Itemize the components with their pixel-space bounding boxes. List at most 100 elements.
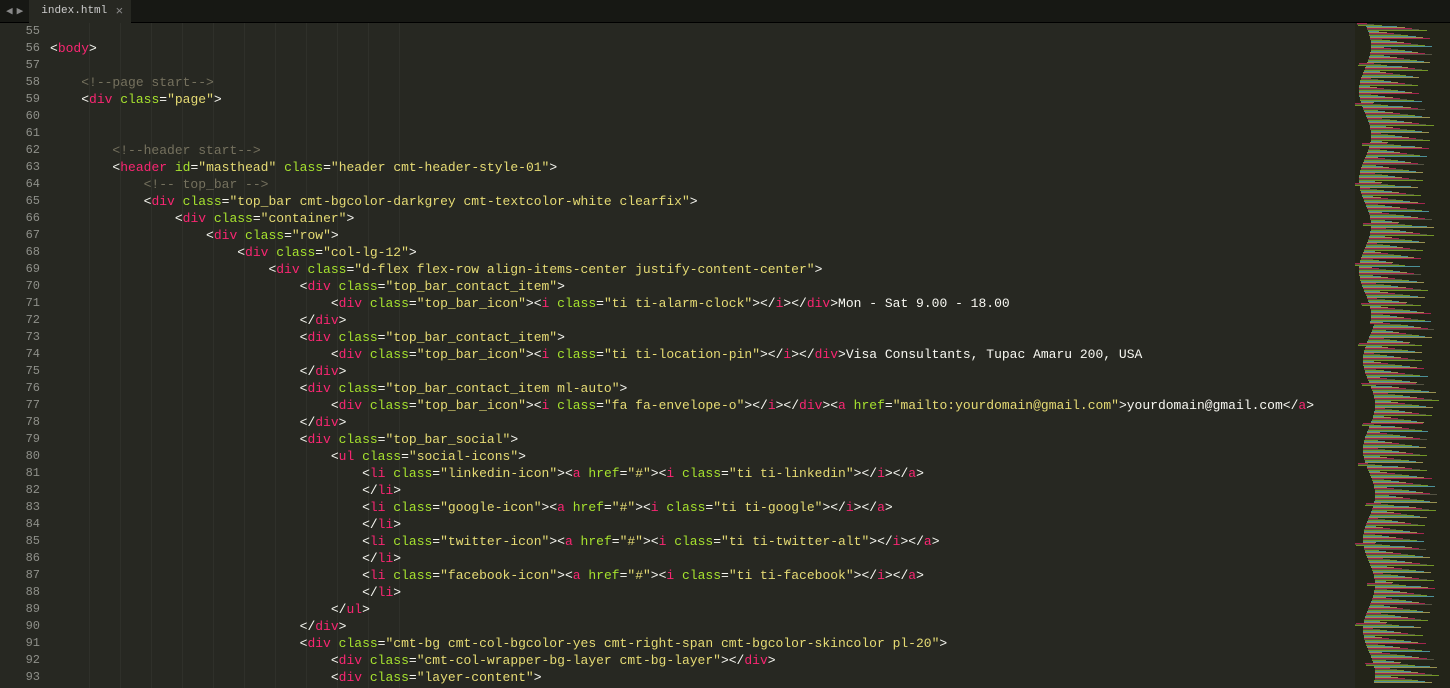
code-token: ></	[900, 534, 923, 549]
code-line: <div class="top_bar_icon"><i class="ti t…	[50, 346, 1355, 363]
code-token: div	[89, 92, 112, 107]
code-line: <div class="page">	[50, 91, 1355, 108]
code-token: div	[307, 330, 330, 345]
code-token: header	[120, 160, 167, 175]
code-token: "top_bar cmt-bgcolor-darkgrey cmt-textco…	[229, 194, 689, 209]
code-token: div	[307, 432, 330, 447]
code-line: <div class="row">	[50, 227, 1355, 244]
code-token: >	[916, 466, 924, 481]
code-token: >	[620, 381, 628, 396]
code-line: <!-- top_bar -->	[50, 176, 1355, 193]
code-token: "#"	[612, 500, 635, 515]
code-token: div	[815, 347, 838, 362]
gutter-line: 88	[0, 584, 40, 601]
editor-body: 5556575859606162636465666768697071727374…	[0, 23, 1450, 688]
code-token: >	[838, 347, 846, 362]
code-line: <body>	[50, 40, 1355, 57]
code-token: div	[339, 670, 362, 685]
gutter-line: 79	[0, 431, 40, 448]
code-token: class	[549, 296, 596, 311]
gutter-line: 65	[0, 193, 40, 210]
code-token: div	[276, 262, 299, 277]
code-token: ul	[346, 602, 362, 617]
gutter-line: 69	[0, 261, 40, 278]
code-token: "d-flex flex-row align-items-center just…	[354, 262, 814, 277]
gutter-line: 63	[0, 159, 40, 176]
code-line: <!--header start-->	[50, 142, 1355, 159]
code-token: </	[300, 313, 316, 328]
code-token: ></	[822, 500, 845, 515]
code-token: =	[596, 398, 604, 413]
code-token: div	[315, 364, 338, 379]
editor-root: ◀ ▶ index.html × 55565758596061626364656…	[0, 0, 1450, 688]
code-token: "google-icon"	[440, 500, 541, 515]
code-token: ></	[854, 466, 877, 481]
code-token: id	[167, 160, 190, 175]
gutter-line: 76	[0, 380, 40, 397]
close-icon[interactable]: ×	[115, 4, 123, 19]
gutter-line: 62	[0, 142, 40, 159]
code-token: href	[565, 500, 604, 515]
code-token: class	[362, 347, 409, 362]
code-token: class	[354, 449, 401, 464]
gutter-line: 56	[0, 40, 40, 57]
code-line: <li class="twitter-icon"><a href="#"><i …	[50, 533, 1355, 550]
code-token: a	[557, 500, 565, 515]
code-token: div	[151, 194, 174, 209]
code-token: =	[253, 211, 261, 226]
code-token: "cmt-bg cmt-col-bgcolor-yes cmt-right-sp…	[385, 636, 939, 651]
code-token: =	[612, 534, 620, 549]
code-token: =	[596, 296, 604, 311]
code-token: "ti ti-twitter-alt"	[721, 534, 869, 549]
code-token: a	[565, 534, 573, 549]
tab-index-html[interactable]: index.html ×	[29, 0, 131, 23]
code-token: <!--page start-->	[81, 75, 214, 90]
code-token: ></	[783, 296, 806, 311]
code-token: >	[557, 279, 565, 294]
nav-back-icon[interactable]: ◀	[6, 4, 13, 18]
code-token: class	[666, 534, 713, 549]
code-line: <div class="d-flex flex-row align-items-…	[50, 261, 1355, 278]
gutter-line: 72	[0, 312, 40, 329]
code-token: ><	[651, 466, 667, 481]
code-token: =	[401, 449, 409, 464]
code-token: =	[432, 568, 440, 583]
code-token: class	[276, 160, 323, 175]
gutter-line: 92	[0, 652, 40, 669]
code-token: div	[307, 279, 330, 294]
code-token: ><	[549, 534, 565, 549]
code-token: class	[674, 466, 721, 481]
code-token: href	[846, 398, 885, 413]
code-token: "facebook-icon"	[440, 568, 557, 583]
code-line: <div class="top_bar_contact_item">	[50, 329, 1355, 346]
code-token: ></	[854, 500, 877, 515]
gutter-line: 87	[0, 567, 40, 584]
gutter-line: 60	[0, 108, 40, 125]
code-token: ></	[854, 568, 877, 583]
code-token: ul	[339, 449, 355, 464]
code-line: <div class="top_bar_icon"><i class="fa f…	[50, 397, 1355, 414]
code-token: ><	[542, 500, 558, 515]
code-area[interactable]: <body> <!--page start--> <div class="pag…	[50, 23, 1355, 688]
code-token: ><	[526, 296, 542, 311]
code-token: div	[339, 347, 362, 362]
code-token: >	[339, 415, 347, 430]
code-line: <div class="top_bar_social">	[50, 431, 1355, 448]
code-token: ></	[885, 568, 908, 583]
code-token: "ti ti-alarm-clock"	[604, 296, 752, 311]
code-token: =	[885, 398, 893, 413]
nav-forward-icon[interactable]: ▶	[17, 4, 24, 18]
code-line	[50, 125, 1355, 142]
code-token: href	[581, 466, 620, 481]
code-token: >	[1119, 398, 1127, 413]
code-token: class	[659, 500, 706, 515]
code-line: </div>	[50, 312, 1355, 329]
minimap[interactable]	[1355, 23, 1450, 688]
gutter-line: 70	[0, 278, 40, 295]
code-line: </ul>	[50, 601, 1355, 618]
code-token: "twitter-icon"	[440, 534, 549, 549]
gutter-line: 57	[0, 57, 40, 74]
code-line: </li>	[50, 584, 1355, 601]
code-token: "masthead"	[198, 160, 276, 175]
code-token: >	[932, 534, 940, 549]
